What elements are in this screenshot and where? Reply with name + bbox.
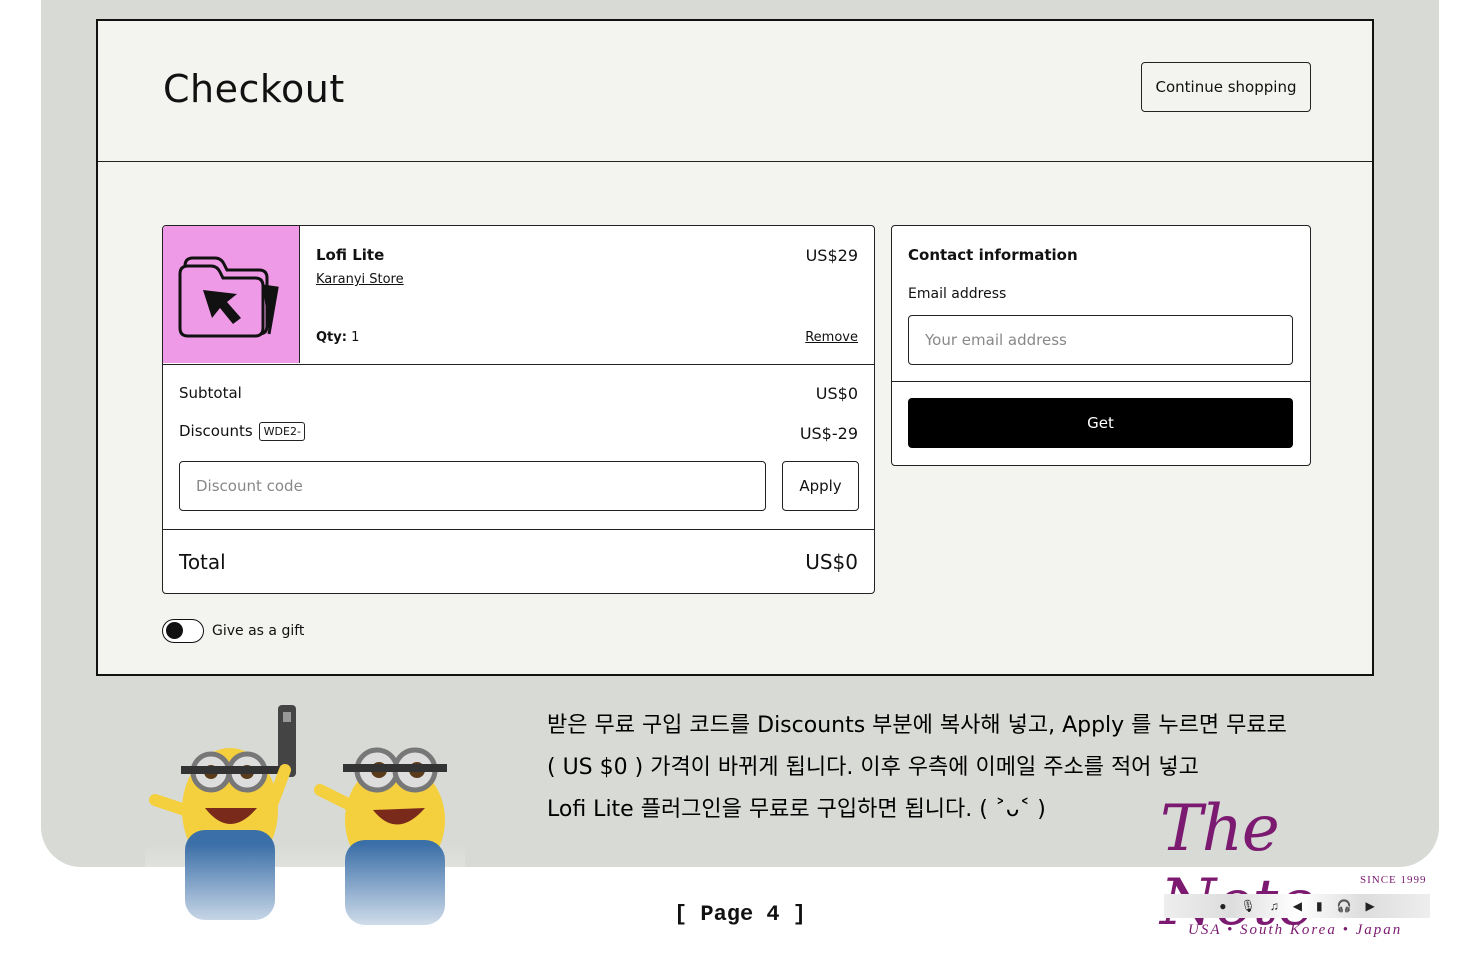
note-line-2: ( US $0 ) 가격이 바뀌게 됩니다. 이후 우측에 이메일 주소를 적어… [547, 755, 1199, 780]
email-label: Email address [908, 286, 1007, 302]
note-line-1: 받은 무료 구입 코드를 Discounts 부분에 복사해 넣고, Apply… [547, 713, 1287, 738]
qty-label: Qty: [316, 330, 347, 345]
contact-panel: Contact information Email address Get [891, 225, 1311, 466]
cart-item: Lofi Lite Karanyi Store US$29 Qty: 1 Rem… [163, 226, 874, 365]
device-icon: ▮ [1315, 899, 1323, 913]
the-note-logo: The Note SINCE 1999 ● 🎙 ♫ ◀ ▮ 🎧 ▶ USA • … [1150, 790, 1440, 950]
discount-code-tag: WDE2- [258, 422, 305, 441]
music-note-icon: ♫ [1269, 899, 1279, 913]
checkout-screenshot: Checkout Continue shopping Lofi Lite Kar… [96, 19, 1374, 676]
headphones-icon: 🎧 [1336, 899, 1352, 913]
total-value: US$0 [805, 550, 858, 574]
gift-toggle[interactable] [162, 619, 204, 643]
remove-link[interactable]: Remove [805, 330, 858, 345]
price-summary: Subtotal US$0 Discounts WDE2- US$-29 Appl… [163, 364, 874, 530]
get-button[interactable]: Get [908, 398, 1293, 448]
email-input[interactable] [908, 315, 1293, 365]
toggle-knob [166, 622, 183, 639]
qty-value: 1 [351, 330, 360, 345]
logo-media-icons: ● 🎙 ♫ ◀ ▮ 🎧 ▶ [1164, 894, 1430, 918]
microphone-icon: 🎙 [1240, 899, 1256, 913]
store-link[interactable]: Karanyi Store [316, 272, 404, 287]
subtotal-label: Subtotal [179, 384, 242, 402]
contact-title: Contact information [908, 246, 1078, 264]
discount-code-input[interactable] [179, 461, 766, 511]
subtotal-value: US$0 [815, 384, 858, 403]
page-title: Checkout [163, 67, 345, 111]
logo-locations: USA • South Korea • Japan [1188, 922, 1403, 938]
play-icon: ▶ [1365, 899, 1375, 913]
contact-divider [892, 381, 1310, 382]
product-price: US$29 [805, 246, 858, 265]
product-thumbnail [163, 226, 300, 363]
discounts-row: Discounts WDE2- [179, 422, 305, 441]
discounts-value: US$-29 [799, 424, 858, 443]
product-name: Lofi Lite [316, 246, 385, 264]
cart-panel: Lofi Lite Karanyi Store US$29 Qty: 1 Rem… [162, 225, 875, 594]
continue-shopping-button[interactable]: Continue shopping [1141, 62, 1311, 112]
record-icon: ● [1219, 899, 1227, 913]
checkout-header: Checkout Continue shopping [98, 21, 1372, 162]
discounts-label: Discounts [179, 422, 253, 440]
gift-label: Give as a gift [212, 623, 305, 639]
gift-toggle-row: Give as a gift [162, 619, 304, 643]
total-label: Total [179, 550, 226, 574]
product-quantity: Qty: 1 [316, 330, 359, 345]
folder-cursor-icon [178, 256, 279, 338]
apply-button[interactable]: Apply [782, 461, 859, 511]
logo-since: SINCE 1999 [1360, 874, 1427, 886]
speaker-icon: ◀ [1292, 899, 1302, 913]
